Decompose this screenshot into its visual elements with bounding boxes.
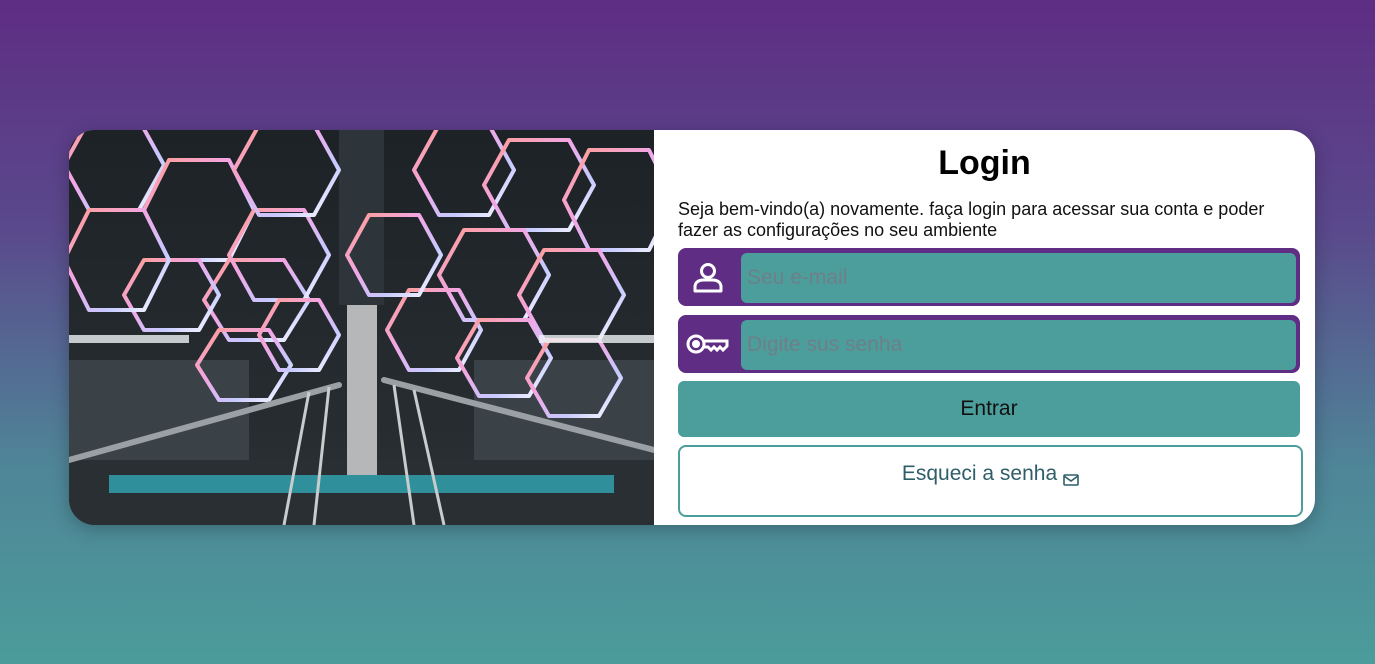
hero-image <box>69 130 654 525</box>
welcome-text: Seja bem-vindo(a) novamente. faça login … <box>678 199 1265 240</box>
login-card: Login Seja bem-vindo(a) novamente. faça … <box>69 130 1315 525</box>
forgot-password-button[interactable]: Esqueci a senha <box>678 445 1303 517</box>
login-form: Login Seja bem-vindo(a) novamente. faça … <box>654 130 1315 525</box>
forgot-password-label: Esqueci a senha <box>901 462 1058 485</box>
key-icon <box>686 324 730 364</box>
password-input[interactable] <box>741 320 1296 370</box>
password-field-group <box>678 315 1300 373</box>
submit-button[interactable]: Entrar <box>678 381 1300 437</box>
user-icon <box>686 257 730 297</box>
email-input[interactable] <box>741 253 1296 303</box>
mail-icon <box>1063 468 1079 492</box>
email-field-group <box>678 248 1300 306</box>
page-title: Login <box>938 144 1031 182</box>
